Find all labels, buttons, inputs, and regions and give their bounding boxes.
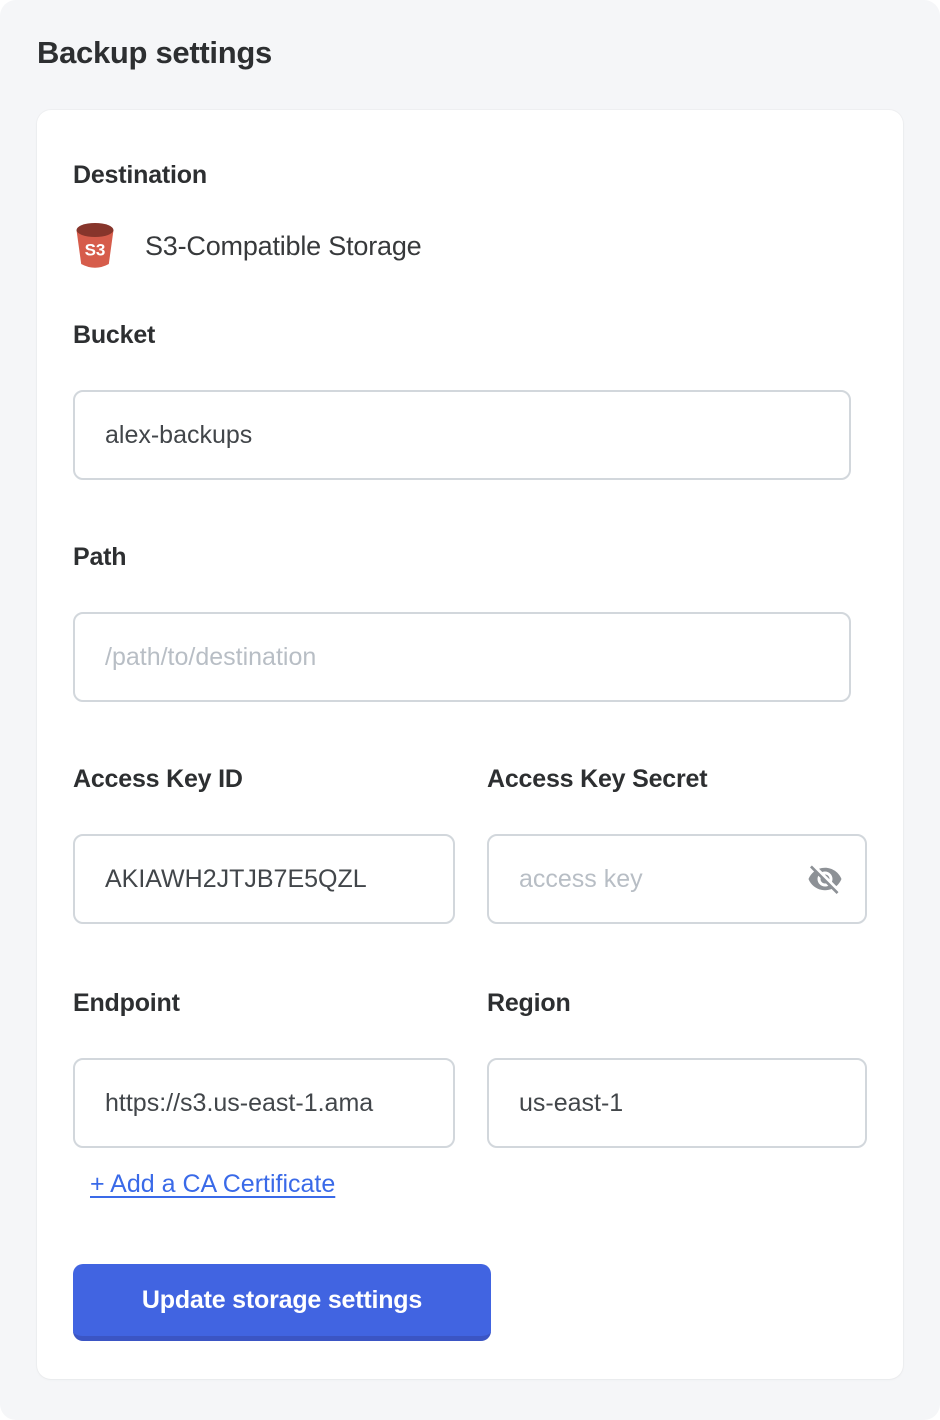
destination-value-row: S3 S3-Compatible Storage — [73, 222, 867, 270]
region-input[interactable] — [487, 1058, 867, 1148]
access-key-secret-label: Access Key Secret — [487, 764, 867, 794]
toggle-secret-visibility-button[interactable] — [805, 859, 845, 899]
endpoint-input[interactable] — [73, 1058, 455, 1148]
backup-settings-card: Destination S3 S3-Compatible Storage Buc… — [37, 110, 903, 1379]
access-key-id-input[interactable] — [73, 834, 455, 924]
access-key-secret-field — [487, 834, 867, 924]
bucket-label: Bucket — [73, 320, 867, 350]
page-title: Backup settings — [37, 32, 903, 74]
eye-off-icon — [807, 861, 843, 897]
s3-icon-label: S3 — [85, 241, 106, 260]
update-storage-settings-button[interactable]: Update storage settings — [73, 1264, 491, 1341]
access-key-id-label: Access Key ID — [73, 764, 455, 794]
add-ca-certificate-link[interactable]: + Add a CA Certificate — [90, 1168, 335, 1200]
region-label: Region — [487, 988, 867, 1018]
backup-settings-page: Backup settings Destination S3 S3-Compat… — [0, 0, 940, 1420]
bucket-input[interactable] — [73, 390, 851, 480]
destination-label: Destination — [73, 160, 867, 190]
endpoint-label: Endpoint — [73, 988, 455, 1018]
path-input[interactable] — [73, 612, 851, 702]
path-label: Path — [73, 542, 867, 572]
s3-bucket-icon: S3 — [73, 222, 117, 270]
destination-value: S3-Compatible Storage — [145, 231, 421, 262]
